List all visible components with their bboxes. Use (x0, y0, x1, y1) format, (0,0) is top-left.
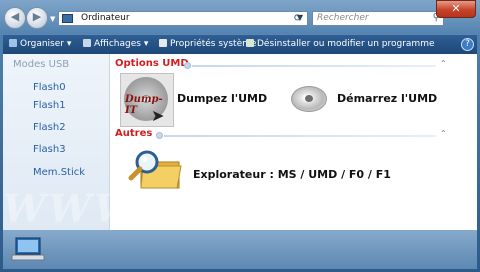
address-row: ◀ ▶ ▼ Ordinateur ▼ ⟳ Rechercher ⚲ ✕ (0, 0, 480, 34)
history-dropdown-icon[interactable]: ▼ (50, 15, 55, 23)
section-divider-other (164, 135, 436, 137)
dump-umd-label[interactable]: Dumpez l'UMD (177, 92, 267, 105)
dump-icon-text: Dump-IT (125, 94, 163, 116)
start-umd-icon[interactable] (289, 82, 329, 116)
sidebar-item-flash2[interactable]: Flash2 (33, 122, 66, 133)
collapse-chevron-icon[interactable]: ⌃ (440, 59, 447, 68)
views-button[interactable]: Affichages ▾ (83, 39, 148, 49)
section-title-other: Autres (115, 128, 153, 139)
dump-umd-icon[interactable]: Dump-IT ➤ (120, 73, 174, 127)
back-button[interactable]: ◀ (4, 7, 26, 29)
section-dot-icon-2 (156, 132, 163, 139)
explorer-label[interactable]: Explorateur : MS / UMD / F0 / F1 (193, 168, 391, 181)
forward-button[interactable]: ▶ (26, 7, 48, 29)
watermark-text: WWW.PSPGEN.COM (2, 186, 478, 231)
breadcrumb-ordinateur[interactable]: Ordinateur (81, 13, 130, 23)
details-pane (3, 230, 477, 269)
uninstall-program-button[interactable]: Désinstaller ou modifier un programme (246, 39, 435, 49)
organise-button[interactable]: Organiser ▾ (9, 39, 71, 49)
sidebar-item-flash1[interactable]: Flash1 (33, 100, 66, 111)
umd-disc-center (305, 95, 313, 102)
search-input[interactable]: Rechercher (317, 13, 369, 23)
forward-arrow-icon: ▶ (32, 10, 42, 23)
organise-label: Organiser (20, 39, 64, 49)
section-dot-icon (184, 62, 191, 69)
properties-icon (159, 39, 167, 47)
sidebar-item-flash3[interactable]: Flash3 (33, 144, 66, 155)
cursor-icon: ➤ (151, 106, 165, 125)
sidebar-item-memstick[interactable]: Mem.Stick (33, 167, 85, 178)
section-divider-umd (192, 65, 436, 67)
refresh-icon[interactable]: ⟳ (294, 13, 302, 24)
sidebar-item-flash0[interactable]: Flash0 (33, 82, 66, 93)
address-bar[interactable]: Ordinateur ▼ (58, 11, 308, 26)
uninstall-icon (246, 39, 254, 47)
command-toolbar: Organiser ▾ Affichages ▾ Propriétés syst… (3, 34, 477, 55)
views-icon (83, 39, 91, 47)
organise-icon (9, 39, 17, 47)
close-button[interactable]: ✕ (436, 0, 476, 18)
system-properties-button[interactable]: Propriétés système (159, 39, 256, 49)
start-umd-label[interactable]: Démarrez l'UMD (337, 92, 437, 105)
sidebar-heading: Modes USB (13, 59, 70, 70)
system-properties-label: Propriétés système (170, 39, 257, 49)
search-box[interactable]: Rechercher ⚲ (312, 11, 444, 26)
views-label: Affichages (94, 39, 141, 49)
back-arrow-icon: ◀ (10, 10, 20, 23)
computer-large-icon (11, 237, 45, 261)
collapse-chevron-icon-2[interactable]: ⌃ (440, 129, 447, 138)
help-icon[interactable]: ? (461, 38, 474, 51)
section-title-umd: Options UMD (115, 58, 189, 69)
uninstall-label: Désinstaller ou modifier un programme (257, 39, 435, 49)
computer-icon (62, 14, 73, 23)
